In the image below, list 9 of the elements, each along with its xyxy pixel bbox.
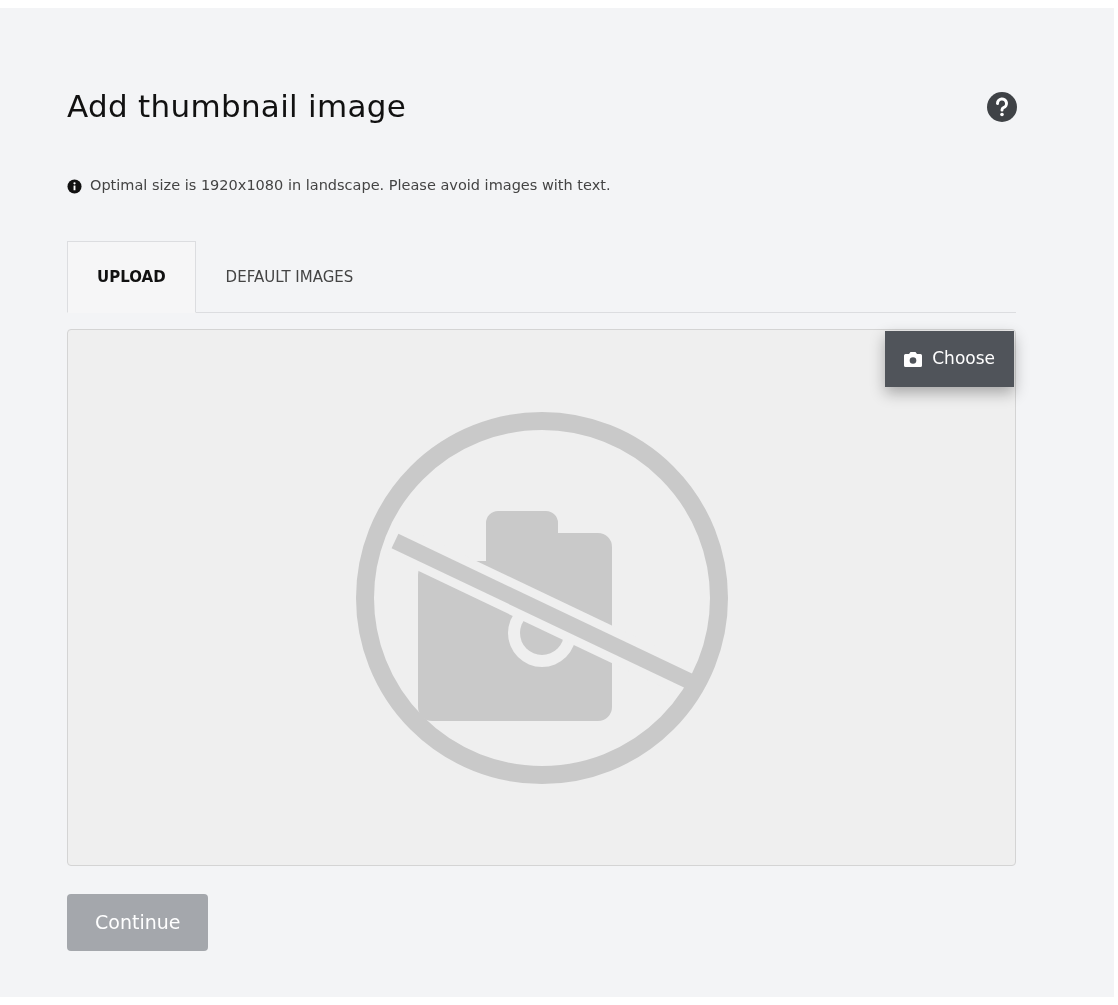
- no-photo-icon: [354, 410, 729, 785]
- info-text: Optimal size is 1920x1080 in landscape. Please avoid images with text.: [90, 176, 611, 196]
- dialog-title: Add thumbnail image: [67, 88, 407, 126]
- info-icon: [67, 178, 82, 194]
- tab[interactable]: UPLOAD: [67, 240, 196, 314]
- help-icon[interactable]: [985, 89, 1019, 124]
- camera-icon: [904, 351, 923, 367]
- choose-button[interactable]: Choose: [885, 331, 1014, 387]
- tab[interactable]: DEFAULT IMAGES: [195, 240, 384, 314]
